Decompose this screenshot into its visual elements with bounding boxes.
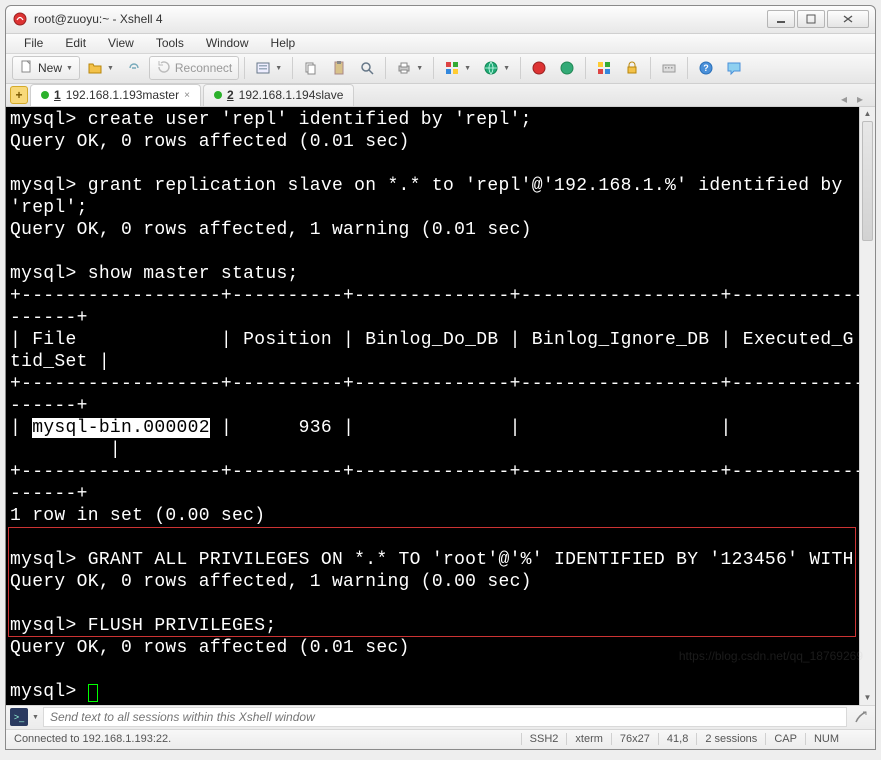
- terminal[interactable]: mysql> create user 'repl' identified by …: [6, 107, 859, 705]
- window-title: root@zuoyu:~ - Xshell 4: [34, 12, 767, 26]
- status-connection: Connected to 192.168.1.193:22.: [14, 733, 171, 745]
- chevron-down-icon: ▼: [416, 65, 423, 72]
- lock-button[interactable]: [619, 56, 645, 80]
- color-scheme-button[interactable]: ▼: [439, 56, 476, 80]
- close-icon[interactable]: ×: [184, 90, 190, 101]
- toolbar-separator: [385, 57, 386, 79]
- scroll-down-arrow[interactable]: ▼: [860, 691, 875, 705]
- chevron-down-icon: ▼: [503, 65, 510, 72]
- menu-edit[interactable]: Edit: [55, 34, 96, 52]
- reconnect-button-label: Reconnect: [175, 61, 232, 75]
- app-icon: [12, 11, 28, 27]
- send-icon[interactable]: [851, 707, 871, 727]
- chevron-down-icon: ▼: [107, 65, 114, 72]
- chevron-down-icon: ▼: [66, 65, 73, 72]
- tab-scroll-controls: ◂ ▸: [837, 92, 871, 106]
- tab-label: 192.168.1.194slave: [239, 88, 344, 102]
- maximize-button[interactable]: [797, 10, 825, 28]
- toolbar-separator: [687, 57, 688, 79]
- svg-text:?: ?: [703, 63, 709, 73]
- tabstrip: + 1 192.168.1.193master × 2 192.168.1.194s…: [6, 84, 875, 107]
- xftp-button[interactable]: [554, 56, 580, 80]
- toolbar-separator: [244, 57, 245, 79]
- titlebar: root@zuoyu:~ - Xshell 4: [6, 6, 875, 34]
- broadcast-input[interactable]: [43, 707, 847, 727]
- status-sessions: 2 sessions: [696, 733, 765, 745]
- chevron-down-icon[interactable]: ▼: [32, 714, 39, 721]
- status-dot-icon: [214, 91, 222, 99]
- status-term: xterm: [566, 733, 611, 745]
- menu-help[interactable]: Help: [261, 34, 306, 52]
- menu-view[interactable]: View: [98, 34, 144, 52]
- statusbar: Connected to 192.168.1.193:22. SSH2 xter…: [6, 729, 875, 749]
- new-button[interactable]: New ▼: [12, 56, 80, 80]
- toolbar-separator: [433, 57, 434, 79]
- session-tab-1[interactable]: 2 192.168.1.194slave: [203, 84, 354, 106]
- new-tab-button[interactable]: +: [10, 86, 28, 104]
- minimize-button[interactable]: [767, 10, 795, 28]
- help-button[interactable]: ?: [693, 56, 719, 80]
- window-controls: [767, 10, 869, 28]
- compose-bar: >_ ▼: [6, 705, 875, 729]
- status-protocol: SSH2: [521, 733, 567, 745]
- terminal-mini-icon: >_: [10, 708, 28, 726]
- copy-button[interactable]: [298, 56, 324, 80]
- find-button[interactable]: [354, 56, 380, 80]
- close-button[interactable]: [827, 10, 869, 28]
- feedback-button[interactable]: [721, 56, 747, 80]
- status-cap: CAP: [765, 733, 805, 745]
- status-num: NUM: [805, 733, 847, 745]
- tile-button[interactable]: [591, 56, 617, 80]
- open-button[interactable]: ▼: [82, 56, 119, 80]
- menubar: File Edit View Tools Window Help: [6, 34, 875, 54]
- app-window: root@zuoyu:~ - Xshell 4 File Edit View T…: [5, 5, 876, 750]
- menu-tools[interactable]: Tools: [146, 34, 194, 52]
- session-tab-0[interactable]: 1 192.168.1.193master ×: [30, 84, 201, 106]
- scrollbar[interactable]: ▲ ▼: [859, 107, 875, 705]
- new-button-label: New: [38, 61, 62, 75]
- tab-number: 2: [227, 88, 234, 102]
- scroll-up-arrow[interactable]: ▲: [860, 107, 875, 121]
- toolbar-separator: [650, 57, 651, 79]
- status-size: 76x27: [611, 733, 658, 745]
- tab-scroll-left[interactable]: ◂: [837, 92, 851, 106]
- toolbar-separator: [585, 57, 586, 79]
- properties-button[interactable]: ▼: [250, 56, 287, 80]
- menu-window[interactable]: Window: [196, 34, 259, 52]
- new-icon: [19, 59, 35, 78]
- toolbar-separator: [520, 57, 521, 79]
- terminal-wrap: mysql> create user 'repl' identified by …: [6, 107, 875, 705]
- status-cursor: 41,8: [658, 733, 696, 745]
- keyboard-button[interactable]: [656, 56, 682, 80]
- highlighted-text: mysql-bin.000002: [32, 418, 210, 438]
- reconnect-icon: [156, 59, 172, 78]
- disconnect-button[interactable]: [121, 56, 147, 80]
- menu-file[interactable]: File: [14, 34, 53, 52]
- cursor: [88, 684, 98, 702]
- web-button[interactable]: ▼: [478, 56, 515, 80]
- print-button[interactable]: ▼: [391, 56, 428, 80]
- tab-number: 1: [54, 88, 61, 102]
- paste-button[interactable]: [326, 56, 352, 80]
- chevron-down-icon: ▼: [275, 65, 282, 72]
- status-dot-icon: [41, 91, 49, 99]
- toolbar-separator: [292, 57, 293, 79]
- chevron-down-icon: ▼: [464, 65, 471, 72]
- xshell-button[interactable]: [526, 56, 552, 80]
- toolbar: New ▼ ▼ Reconnect ▼ ▼ ▼ ▼ ?: [6, 54, 875, 84]
- tab-scroll-right[interactable]: ▸: [853, 92, 867, 106]
- reconnect-button[interactable]: Reconnect: [149, 56, 239, 80]
- tab-label: 192.168.1.193master: [66, 88, 179, 102]
- scrollbar-thumb[interactable]: [862, 121, 873, 241]
